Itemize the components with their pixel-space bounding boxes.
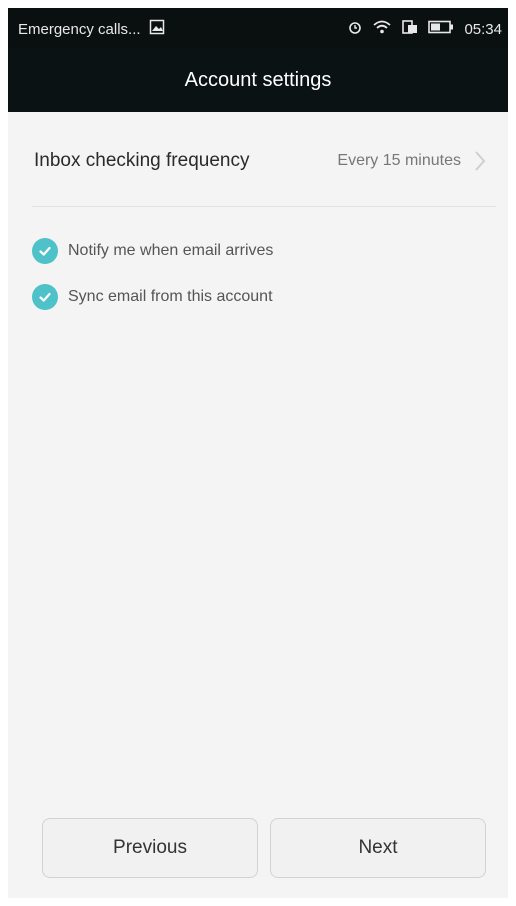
phone-screen: Emergency calls... 05:34 Account setting…: [8, 8, 508, 898]
checkmark-icon: [32, 284, 58, 310]
chevron-right-icon: [474, 150, 486, 177]
carrier-text: Emergency calls...: [18, 20, 141, 38]
wifi-icon: [372, 19, 392, 39]
inbox-frequency-value: Every 15 minutes: [337, 152, 461, 169]
status-left: Emergency calls...: [18, 19, 165, 39]
inbox-frequency-label: Inbox checking frequency: [34, 150, 250, 171]
battery-icon: [428, 20, 454, 38]
checkbox-label: Notify me when email arrives: [68, 242, 274, 259]
page-title: Account settings: [184, 68, 332, 91]
image-icon: [149, 19, 165, 39]
next-button[interactable]: Next: [270, 818, 486, 878]
inbox-frequency-setting[interactable]: Inbox checking frequency Every 15 minute…: [8, 126, 508, 196]
alarm-icon: [348, 19, 362, 39]
sim-icon: [402, 19, 418, 39]
settings-content: Inbox checking frequency Every 15 minute…: [8, 112, 508, 898]
status-right: 05:34: [348, 19, 502, 39]
checkmark-icon: [32, 238, 58, 264]
notify-email-checkbox[interactable]: Notify me when email arrives: [32, 236, 273, 266]
previous-button[interactable]: Previous: [42, 818, 258, 878]
divider: [32, 206, 496, 207]
checkbox-label: Sync email from this account: [68, 288, 273, 305]
status-bar: Emergency calls... 05:34: [8, 8, 508, 48]
status-time: 05:34: [464, 20, 502, 38]
page-title-bar: Account settings: [8, 48, 508, 112]
sync-email-checkbox[interactable]: Sync email from this account: [32, 282, 273, 312]
